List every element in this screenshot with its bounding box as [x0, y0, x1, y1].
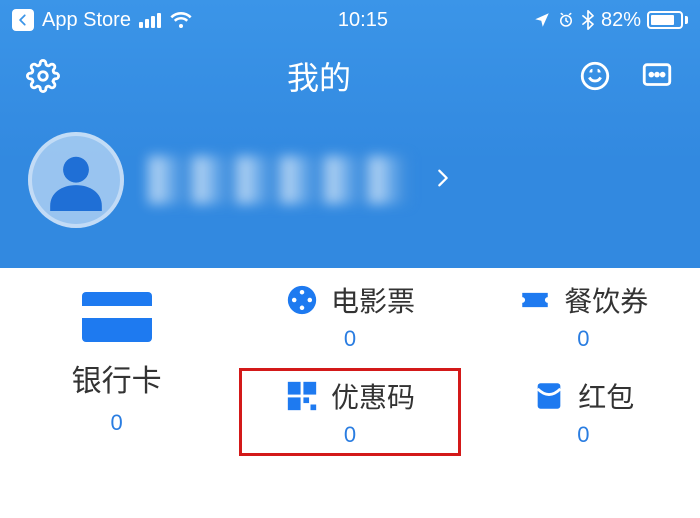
tile-count: 0 — [577, 422, 589, 448]
tile-movie-ticket[interactable]: 电影票 0 — [233, 268, 466, 364]
tile-label: 优惠码 — [331, 376, 415, 416]
qr-grid-icon — [285, 379, 319, 413]
support-button[interactable] — [576, 57, 614, 95]
location-icon — [533, 11, 551, 29]
messages-button[interactable] — [638, 57, 676, 95]
battery-percentage: 82% — [601, 9, 641, 32]
bankcard-icon — [82, 292, 152, 342]
page-title: 我的 — [62, 53, 576, 99]
back-to-app-button[interactable] — [12, 9, 34, 31]
profile-row[interactable] — [0, 112, 700, 268]
settings-button[interactable] — [24, 57, 62, 95]
back-to-app-label[interactable]: App Store — [42, 9, 131, 32]
tile-count: 0 — [344, 326, 356, 352]
tile-meal-voucher[interactable]: 餐饮券 0 — [467, 268, 700, 364]
film-reel-icon — [285, 283, 319, 317]
tile-coupon-code[interactable]: 优惠码 0 — [233, 364, 466, 460]
bluetooth-icon — [581, 10, 595, 30]
battery-icon — [647, 11, 688, 29]
tile-red-packet[interactable]: 红包 0 — [467, 364, 700, 460]
tile-label: 电影票 — [331, 280, 415, 320]
cellular-signal-icon — [139, 13, 161, 28]
wallet-grid: 银行卡 0 电影票 0 餐饮券 0 — [0, 268, 700, 460]
ticket-icon — [518, 283, 552, 317]
chevron-right-icon — [432, 161, 454, 200]
status-time: 10:15 — [193, 9, 533, 32]
alarm-icon — [557, 11, 575, 29]
tile-bankcard[interactable]: 银行卡 0 — [0, 268, 233, 460]
wifi-icon — [169, 10, 193, 30]
nav-bar: 我的 — [0, 40, 700, 112]
tile-label: 餐饮券 — [564, 280, 648, 320]
avatar — [28, 132, 124, 228]
status-bar: App Store 10:15 82% — [0, 0, 700, 40]
tile-count: 0 — [344, 422, 356, 448]
tile-count: 0 — [111, 410, 123, 436]
tile-label: 银行卡 — [72, 356, 162, 400]
username-obscured — [148, 156, 408, 204]
red-packet-icon — [532, 379, 566, 413]
tile-count: 0 — [577, 326, 589, 352]
tile-label: 红包 — [578, 376, 634, 416]
